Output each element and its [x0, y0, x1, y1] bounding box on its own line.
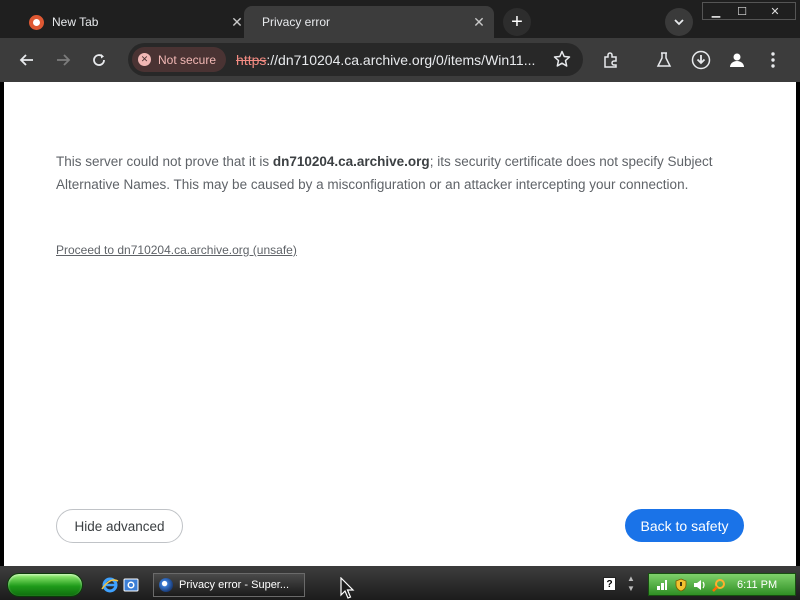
security-chip-label: Not secure — [158, 52, 217, 67]
tray-expand-icon[interactable]: ▲ ▼ — [626, 574, 636, 594]
system-tray: 6:11 PM — [648, 573, 796, 596]
flask-icon — [656, 52, 672, 67]
kebab-menu-icon — [771, 52, 775, 68]
minimize-button[interactable]: ▁ — [703, 3, 729, 19]
security-shield-icon[interactable] — [674, 578, 688, 592]
back-button[interactable] — [13, 46, 41, 74]
reload-icon — [93, 54, 105, 66]
browser-icon — [159, 578, 173, 592]
tab-search-button[interactable] — [665, 8, 693, 36]
labs-button[interactable] — [650, 46, 678, 74]
bookmark-star-icon[interactable] — [553, 50, 571, 68]
window-app-icon — [123, 578, 139, 592]
network-icon[interactable] — [655, 578, 669, 592]
mouse-cursor-icon — [340, 577, 355, 599]
chevron-down-icon — [674, 19, 684, 26]
interstitial-page: This server could not prove that it is d… — [4, 82, 796, 569]
close-icon[interactable]: ✕ — [470, 13, 488, 31]
volume-icon[interactable] — [693, 578, 707, 592]
back-to-safety-button[interactable]: Back to safety — [625, 509, 744, 542]
tab-privacy-error[interactable]: Privacy error ✕ — [244, 6, 494, 38]
browser-toolbar: ✕ Not secure https://dn710204.ca.archive… — [0, 38, 800, 82]
tab-new-tab[interactable]: New Tab ✕ — [8, 6, 252, 38]
details-message: This server could not prove that it is d… — [56, 154, 713, 192]
quick-launch-app[interactable] — [122, 576, 140, 594]
warning-icon: ✕ — [138, 53, 151, 66]
tab-title: Privacy error — [262, 15, 331, 29]
url-host-path: ://dn710204.ca.archive.org/0/items/Win11… — [266, 51, 536, 68]
window-controls: ▁ ☐ ✕ — [702, 2, 796, 20]
proceed-unsafe-link[interactable]: Proceed to dn710204.ca.archive.org (unsa… — [56, 243, 297, 257]
taskbar-item-browser[interactable]: Privacy error - Super... — [153, 573, 305, 597]
puzzle-icon — [604, 52, 617, 68]
maximize-button[interactable]: ☐ — [729, 3, 755, 19]
url-text[interactable]: https://dn710204.ca.archive.org/0/items/… — [236, 52, 566, 68]
quick-launch-ie[interactable] — [101, 576, 119, 594]
search-icon[interactable] — [712, 578, 726, 592]
duckduckgo-icon — [28, 14, 44, 30]
address-bar[interactable]: ✕ Not secure https://dn710204.ca.archive… — [128, 43, 583, 76]
new-tab-button[interactable]: + — [503, 8, 531, 36]
hide-advanced-button[interactable]: Hide advanced — [56, 509, 183, 543]
start-button[interactable] — [7, 573, 83, 597]
tab-title: New Tab — [52, 15, 99, 29]
reload-button[interactable] — [85, 46, 113, 74]
taskbar: Privacy error - Super... ? ▲ ▼ 6:11 PM — [0, 570, 800, 600]
security-chip[interactable]: ✕ Not secure — [132, 47, 227, 72]
window-close-button[interactable]: ✕ — [755, 3, 795, 19]
arrow-right-icon — [57, 54, 71, 66]
downloads-button[interactable] — [687, 46, 715, 74]
taskbar-item-label: Privacy error - Super... — [179, 579, 290, 591]
clock[interactable]: 6:11 PM — [737, 579, 777, 591]
help-icon[interactable]: ? — [603, 577, 616, 591]
profile-button[interactable] — [723, 46, 751, 74]
internet-explorer-icon — [101, 577, 119, 593]
forward-button[interactable] — [49, 46, 77, 74]
menu-button[interactable] — [759, 46, 787, 74]
url-scheme: https — [236, 51, 267, 68]
arrow-left-icon — [19, 54, 33, 66]
avatar-icon — [730, 53, 744, 67]
tab-strip: New Tab ✕ Privacy error ✕ + ▁ ☐ ✕ — [0, 0, 800, 38]
domain-name: dn710204.ca.archive.org — [272, 154, 430, 169]
download-icon — [691, 50, 711, 70]
extensions-button[interactable] — [597, 46, 625, 74]
